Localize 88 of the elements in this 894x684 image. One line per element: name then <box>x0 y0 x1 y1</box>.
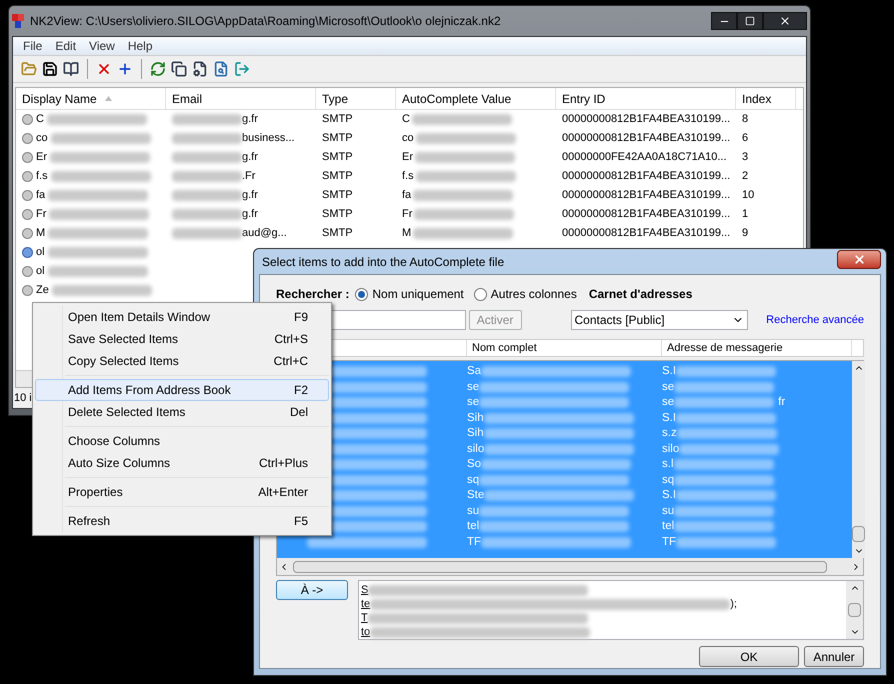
list-cell-text: S.I <box>662 488 676 504</box>
table-cell-text: 00000000812B1FA4BEA310199... <box>561 188 732 204</box>
table-cell-text: 10 <box>741 188 756 204</box>
list-cell-text: fr <box>778 395 786 410</box>
table-cell-text: aud@g... <box>242 226 287 242</box>
table-cell-text: 3 <box>741 150 750 166</box>
table-cell-text: Er <box>36 150 47 166</box>
shortcut-text: Ctrl+Plus <box>258 455 308 472</box>
table-cell-text: f.s <box>402 169 414 184</box>
list-cell-text: TF <box>467 534 482 550</box>
shortcut-text: Alt+Enter <box>258 484 308 501</box>
table-cell-text: 00000000812B1FA4BEA310199... <box>561 131 732 146</box>
list-cell-text: TF <box>662 534 676 550</box>
table-cell-text: Fr <box>36 207 46 222</box>
table-cell-text: fa <box>36 188 46 204</box>
table-cell-text: fa <box>402 188 412 204</box>
list-cell-text: Ste <box>467 488 484 504</box>
list-cell-text: su <box>467 504 480 519</box>
list-cell-text: tel <box>662 519 674 534</box>
table-cell-text: 9 <box>741 226 750 242</box>
table-cell-text: Ze <box>36 283 49 298</box>
list-cell-text: se <box>467 395 480 410</box>
window-title: NK2View: C:\Users\oliviero.SILOG\AppData\Roaming\Microsoft\Outlook\o olejniczak.nk2 <box>30 13 501 30</box>
table-cell-text: business... <box>242 131 295 146</box>
list-cell-text: s.z <box>662 426 677 442</box>
list-cell-text: se <box>662 380 674 395</box>
recipient-text: to <box>361 626 370 638</box>
recipient-text: S <box>361 584 368 596</box>
recipient-text: ); <box>730 598 737 610</box>
table-cell-text: 00000000812B1FA4BEA310199... <box>561 226 732 242</box>
table-cell-text: SMTP <box>321 207 354 222</box>
list-cell-text: silo <box>662 442 680 457</box>
list-cell-text: S.I <box>662 410 676 426</box>
table-cell-text: SMTP <box>321 169 354 184</box>
list-cell-text: s.l <box>662 457 674 472</box>
list-cell-text: Sa <box>467 364 482 380</box>
list-cell-text: silo <box>467 442 484 457</box>
table-cell-text: SMTP <box>321 150 354 166</box>
shortcut-text: Ctrl+S <box>274 331 308 348</box>
table-cell-text: 00000000FE42AA0A18C71A10... <box>561 150 728 166</box>
shortcut-text: F9 <box>294 309 308 326</box>
list-cell-text: So <box>467 457 482 472</box>
table-cell-text: 6 <box>741 131 750 146</box>
list-cell-text: sq <box>467 472 480 488</box>
table-cell-text: ol <box>36 245 45 260</box>
table-cell-text: C <box>36 112 44 128</box>
table-cell-text: ol <box>36 264 45 280</box>
table-cell-text: 2 <box>741 169 750 184</box>
search-label: Rechercher : <box>276 286 350 303</box>
table-cell-text: SMTP <box>321 188 354 204</box>
table-cell-text: 00000000812B1FA4BEA310199... <box>561 112 732 128</box>
table-cell-text: SMTP <box>321 131 354 146</box>
table-cell-text: 00000000812B1FA4BEA310199... <box>561 169 732 184</box>
shortcut-text: Ctrl+C <box>274 353 308 370</box>
status-text: 10 i <box>14 390 32 406</box>
table-cell-text: .Fr <box>242 169 256 184</box>
table-cell-text: Fr <box>402 207 412 222</box>
table-cell-text: 1 <box>741 207 750 222</box>
list-cell-text: se <box>662 395 674 410</box>
list-cell-text: su <box>662 504 674 519</box>
shortcut-text: F5 <box>294 513 308 530</box>
recipient-text: te <box>361 598 370 610</box>
table-cell-text: M <box>402 226 412 242</box>
address-book-label: Carnet d'adresses <box>588 286 692 303</box>
shortcut-text: Del <box>290 404 308 421</box>
list-cell-text: S.I <box>662 364 676 380</box>
table-cell-text: 8 <box>741 112 750 128</box>
shortcut-text: F2 <box>294 382 308 399</box>
table-cell-text: co <box>402 131 414 146</box>
table-cell-text: SMTP <box>321 226 354 242</box>
table-cell-text: SMTP <box>321 112 354 128</box>
table-cell-text: g.fr <box>242 150 258 166</box>
list-cell-text: Sih <box>467 426 484 442</box>
recipient-text: T <box>361 612 368 624</box>
list-cell-text: Sih <box>467 410 484 426</box>
table-cell-text: g.fr <box>242 207 258 222</box>
table-cell-text: C <box>402 112 410 128</box>
table-cell-text: co <box>36 131 48 146</box>
table-cell-text: 00000000812B1FA4BEA310199... <box>561 207 732 222</box>
dialog-title: Select items to add into the AutoComplete file <box>262 254 504 270</box>
table-cell-text: Er <box>402 150 413 166</box>
table-cell-text: f.s <box>36 169 48 184</box>
list-cell-text: se <box>467 380 480 395</box>
table-cell-text: M <box>36 226 46 242</box>
list-cell-text: tel <box>467 519 480 534</box>
list-cell-text: sq <box>662 472 674 488</box>
table-cell-text: g.fr <box>242 188 258 204</box>
table-cell-text: g.fr <box>242 112 258 128</box>
